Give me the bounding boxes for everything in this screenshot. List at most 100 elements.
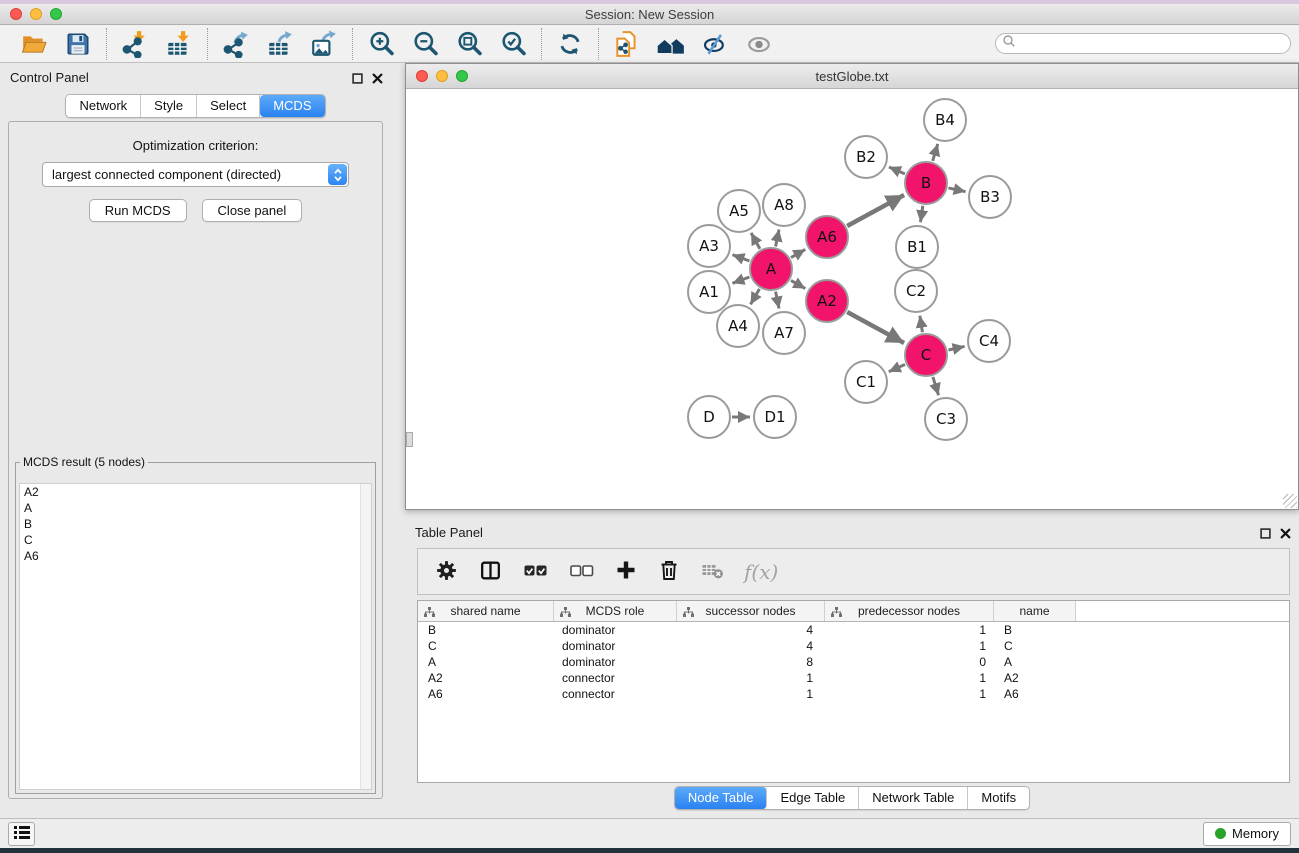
graph-node-A6[interactable]: A6 bbox=[806, 216, 848, 258]
toggle-graphics-details-button[interactable] bbox=[696, 28, 734, 60]
table-cell[interactable]: 1 bbox=[825, 671, 994, 685]
close-panel-icon[interactable] bbox=[372, 71, 383, 89]
table-cell[interactable]: A6 bbox=[994, 687, 1076, 701]
graph-edge-C-C2[interactable] bbox=[920, 316, 923, 333]
save-session-button[interactable] bbox=[59, 28, 97, 60]
graph-node-C3[interactable]: C3 bbox=[925, 398, 967, 440]
graph-edge-A-A1[interactable] bbox=[732, 277, 749, 283]
graph-edge-A-A8[interactable] bbox=[776, 229, 779, 246]
table-cell[interactable]: A2 bbox=[418, 671, 554, 685]
graph-node-B2[interactable]: B2 bbox=[845, 136, 887, 178]
table-cell[interactable]: 1 bbox=[825, 687, 994, 701]
run-mcds-button[interactable]: Run MCDS bbox=[89, 199, 187, 222]
tab-network-table[interactable]: Network Table bbox=[859, 787, 968, 809]
network-close-button[interactable] bbox=[416, 70, 428, 82]
graph-edge-B-B3[interactable] bbox=[948, 188, 965, 192]
window-resize-grip[interactable] bbox=[1283, 494, 1297, 508]
mcds-result-item[interactable]: A6 bbox=[20, 548, 371, 564]
graph-edge-C-C3[interactable] bbox=[933, 377, 939, 395]
close-panel-icon[interactable] bbox=[1280, 526, 1291, 544]
export-table-button[interactable] bbox=[261, 28, 299, 60]
table-cell[interactable]: 4 bbox=[677, 639, 825, 653]
table-cell[interactable]: A2 bbox=[994, 671, 1076, 685]
table-cell[interactable]: B bbox=[994, 623, 1076, 637]
graph-node-C[interactable]: C bbox=[905, 334, 947, 376]
show-column-panel-button[interactable] bbox=[478, 556, 503, 588]
graph-edge-A-A3[interactable] bbox=[732, 255, 749, 261]
tab-edge-table[interactable]: Edge Table bbox=[767, 787, 859, 809]
graph-edge-A-A7[interactable] bbox=[776, 292, 779, 309]
close-panel-button[interactable]: Close panel bbox=[202, 199, 303, 222]
zoom-selected-button[interactable] bbox=[494, 28, 532, 60]
float-panel-icon[interactable] bbox=[1260, 526, 1271, 544]
table-row[interactable]: Adominator80A bbox=[418, 654, 1289, 670]
tab-motifs[interactable]: Motifs bbox=[968, 787, 1029, 809]
graph-node-B1[interactable]: B1 bbox=[896, 226, 938, 268]
table-row[interactable]: A6connector11A6 bbox=[418, 686, 1289, 702]
memory-button[interactable]: Memory bbox=[1203, 822, 1291, 846]
search-input[interactable] bbox=[1016, 35, 1290, 52]
table-cell[interactable]: connector bbox=[554, 687, 677, 701]
graph-node-C2[interactable]: C2 bbox=[895, 270, 937, 312]
table-row[interactable]: A2connector11A2 bbox=[418, 670, 1289, 686]
mcds-result-item[interactable]: B bbox=[20, 516, 371, 532]
zoom-in-button[interactable] bbox=[362, 28, 400, 60]
table-cell[interactable]: dominator bbox=[554, 623, 677, 637]
import-table-button[interactable] bbox=[160, 28, 198, 60]
export-network-button[interactable] bbox=[217, 28, 255, 60]
optimization-criterion-select[interactable]: largest connected component (directed) bbox=[42, 162, 349, 187]
graph-node-B4[interactable]: B4 bbox=[924, 99, 966, 141]
mcds-result-item[interactable]: A bbox=[20, 500, 371, 516]
graph-edge-B-B4[interactable] bbox=[933, 144, 938, 161]
graph-edge-A-A6[interactable] bbox=[791, 249, 805, 257]
tab-style[interactable]: Style bbox=[141, 95, 197, 117]
graph-node-D1[interactable]: D1 bbox=[754, 396, 796, 438]
result-list-scrollbar[interactable] bbox=[360, 484, 371, 789]
table-cell[interactable]: 1 bbox=[825, 639, 994, 653]
column-header-successor-nodes[interactable]: successor nodes bbox=[677, 601, 825, 621]
zoom-fit-button[interactable] bbox=[450, 28, 488, 60]
graph-edge-A-A5[interactable] bbox=[751, 233, 760, 249]
float-panel-icon[interactable] bbox=[352, 71, 363, 89]
table-cell[interactable]: 1 bbox=[825, 623, 994, 637]
table-cell[interactable]: C bbox=[418, 639, 554, 653]
refresh-button[interactable] bbox=[551, 28, 589, 60]
graph-edge-A-A4[interactable] bbox=[751, 289, 760, 304]
table-cell[interactable]: 4 bbox=[677, 623, 825, 637]
open-session-button[interactable] bbox=[15, 28, 53, 60]
graph-node-A3[interactable]: A3 bbox=[688, 225, 730, 267]
mcds-result-item[interactable]: A2 bbox=[20, 484, 371, 500]
graph-node-C1[interactable]: C1 bbox=[845, 361, 887, 403]
export-image-button[interactable] bbox=[305, 28, 343, 60]
delete-column-button[interactable] bbox=[657, 556, 681, 588]
canvas-left-grip[interactable] bbox=[406, 432, 413, 447]
graph-node-C4[interactable]: C4 bbox=[968, 320, 1010, 362]
search-field[interactable] bbox=[995, 33, 1291, 54]
table-cell[interactable]: A bbox=[994, 655, 1076, 669]
graph-edge-B-B1[interactable] bbox=[920, 206, 922, 222]
table-cell[interactable]: 0 bbox=[825, 655, 994, 669]
graph-node-A[interactable]: A bbox=[750, 248, 792, 290]
graph-node-A5[interactable]: A5 bbox=[718, 190, 760, 232]
table-cell[interactable]: 1 bbox=[677, 687, 825, 701]
table-cell[interactable]: 8 bbox=[677, 655, 825, 669]
network-maximize-button[interactable] bbox=[456, 70, 468, 82]
delete-table-button[interactable] bbox=[700, 556, 725, 588]
column-header-predecessor-nodes[interactable]: predecessor nodes bbox=[825, 601, 994, 621]
table-cell[interactable]: C bbox=[994, 639, 1076, 653]
function-builder-button[interactable]: f(x) bbox=[744, 556, 778, 588]
task-history-button[interactable] bbox=[8, 822, 35, 846]
deselect-all-columns-button[interactable] bbox=[568, 556, 595, 588]
column-header-mcds-role[interactable]: MCDS role bbox=[554, 601, 677, 621]
graph-node-A1[interactable]: A1 bbox=[688, 271, 730, 313]
table-cell[interactable]: dominator bbox=[554, 639, 677, 653]
graph-edge-A6-B[interactable] bbox=[847, 195, 904, 226]
select-all-columns-button[interactable] bbox=[522, 556, 549, 588]
table-cell[interactable]: 1 bbox=[677, 671, 825, 685]
tab-node-table[interactable]: Node Table bbox=[675, 787, 768, 809]
graph-edge-A-A2[interactable] bbox=[791, 280, 805, 288]
zoom-out-button[interactable] bbox=[406, 28, 444, 60]
table-cell[interactable]: dominator bbox=[554, 655, 677, 669]
table-cell[interactable]: B bbox=[418, 623, 554, 637]
graph-edge-C-C4[interactable] bbox=[948, 346, 964, 350]
